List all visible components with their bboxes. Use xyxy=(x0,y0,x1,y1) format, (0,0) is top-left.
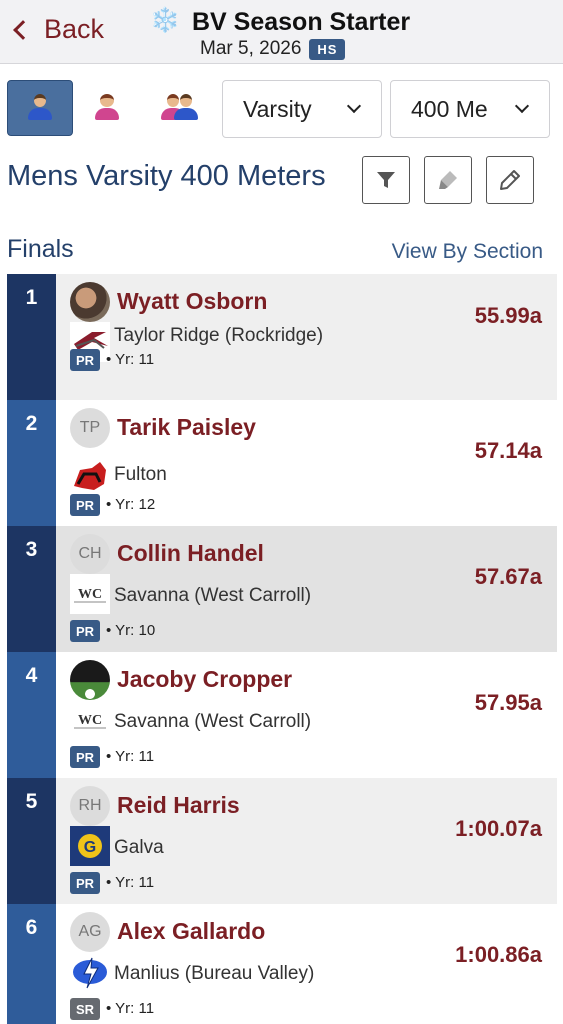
app-header: Back ❄️ BV Season Starter Mar 5, 2026 HS xyxy=(0,0,563,64)
event-value: 400 Me xyxy=(411,95,488,122)
school-logo-icon: WC xyxy=(70,574,110,614)
result-row[interactable]: 2 TP Tarik Paisley Fulton PR • Yr: 12 57… xyxy=(7,400,557,526)
division-select[interactable]: Varsity xyxy=(222,80,382,138)
school-name: Savanna (West Carroll) xyxy=(114,711,312,732)
chevron-down-icon xyxy=(346,98,362,114)
gender-male-button[interactable] xyxy=(7,80,73,136)
school-name: Fulton xyxy=(114,464,167,485)
results-list: 1 Wyatt Osborn Taylor Ridge (Rockridge) … xyxy=(7,274,557,1024)
svg-text:WC: WC xyxy=(78,587,102,602)
athlete-avatar: RH xyxy=(70,786,110,826)
pr-badge: PR xyxy=(70,872,100,894)
result-row[interactable]: 5 RH Reid Harris G Galva PR • Yr: 11 1:0… xyxy=(7,778,557,904)
athlete-year: • Yr: 11 xyxy=(106,748,155,765)
mixed-icon xyxy=(159,94,199,122)
gender-mixed-button[interactable] xyxy=(146,80,212,136)
place-number: 1 xyxy=(7,274,56,400)
athlete-name[interactable]: Wyatt Osborn xyxy=(117,288,267,315)
athlete-name[interactable]: Jacoby Cropper xyxy=(117,666,292,693)
school-name: Galva xyxy=(114,837,164,858)
school-logo-icon xyxy=(70,456,110,496)
result-row[interactable]: 6 AG Alex Gallardo Manlius (Bureau Valle… xyxy=(7,904,557,1024)
filter-icon xyxy=(377,172,395,188)
edit-button[interactable] xyxy=(486,156,534,204)
meet-date-row: Mar 5, 2026 HS xyxy=(200,38,346,60)
snowflake-icon: ❄️ xyxy=(150,7,180,34)
school-logo-icon: G xyxy=(70,826,110,866)
result-mark: 57.67a xyxy=(474,564,542,589)
place-number: 6 xyxy=(7,904,56,1024)
back-label: Back xyxy=(44,14,105,44)
school-logo-icon: WC xyxy=(70,700,110,740)
athlete-name[interactable]: Collin Handel xyxy=(117,540,264,567)
school-name: Taylor Ridge (Rockridge) xyxy=(114,325,324,346)
chevron-down-icon xyxy=(514,98,530,114)
level-badge: HS xyxy=(309,38,346,60)
female-icon xyxy=(93,94,121,122)
pr-badge: PR xyxy=(70,620,100,642)
result-row[interactable]: 3 CH Collin Handel WC Savanna (West Carr… xyxy=(7,526,557,652)
gender-female-button[interactable] xyxy=(74,80,140,136)
result-mark: 1:00.07a xyxy=(455,816,542,841)
svg-text:WC: WC xyxy=(78,713,102,728)
athlete-year: • Yr: 11 xyxy=(106,351,155,368)
view-by-section-link[interactable]: View By Section xyxy=(392,240,543,264)
athlete-avatar: AG xyxy=(70,912,110,952)
athlete-year: • Yr: 10 xyxy=(106,622,156,639)
school-name: Manlius (Bureau Valley) xyxy=(114,963,315,984)
place-number: 4 xyxy=(7,652,56,778)
athlete-avatar xyxy=(70,282,110,322)
athlete-name[interactable]: Reid Harris xyxy=(117,792,240,819)
place-number: 2 xyxy=(7,400,56,526)
highlight-button[interactable] xyxy=(424,156,472,204)
result-mark: 55.99a xyxy=(474,303,542,328)
event-title: Mens Varsity 400 Meters xyxy=(7,160,326,192)
male-icon xyxy=(26,94,54,122)
athlete-year: • Yr: 11 xyxy=(106,874,155,891)
school-logo-icon xyxy=(70,952,110,992)
edit-icon xyxy=(500,170,520,190)
result-mark: 1:00.86a xyxy=(455,942,542,967)
highlighter-icon xyxy=(439,171,457,189)
school-name: Savanna (West Carroll) xyxy=(114,585,312,606)
result-row[interactable]: 4 Jacoby Cropper WC Savanna (West Carrol… xyxy=(7,652,557,778)
event-select[interactable]: 400 Me xyxy=(390,80,550,138)
athlete-avatar: TP xyxy=(70,408,110,448)
athlete-year: • Yr: 12 xyxy=(106,496,156,513)
meet-date: Mar 5, 2026 xyxy=(200,38,302,59)
result-row[interactable]: 1 Wyatt Osborn Taylor Ridge (Rockridge) … xyxy=(7,274,557,400)
pr-badge: PR xyxy=(70,494,100,516)
athlete-name[interactable]: Alex Gallardo xyxy=(117,918,265,945)
athlete-avatar xyxy=(70,660,110,700)
athlete-avatar: CH xyxy=(70,534,110,574)
athlete-name[interactable]: Tarik Paisley xyxy=(117,414,256,441)
place-number: 3 xyxy=(7,526,56,652)
athlete-year: • Yr: 11 xyxy=(106,1000,155,1017)
result-mark: 57.95a xyxy=(474,690,542,715)
section-label: Finals xyxy=(7,235,74,263)
svg-text:G: G xyxy=(84,839,96,856)
chevron-left-icon xyxy=(13,19,33,40)
pr-badge: PR xyxy=(70,746,100,768)
filter-button[interactable] xyxy=(362,156,410,204)
place-number: 5 xyxy=(7,778,56,904)
division-value: Varsity xyxy=(243,95,312,122)
back-button[interactable]: Back xyxy=(10,14,104,45)
result-mark: 57.14a xyxy=(474,438,542,463)
meet-title: BV Season Starter xyxy=(192,8,411,36)
pr-badge: PR xyxy=(70,349,100,371)
sr-badge: SR xyxy=(70,998,100,1020)
